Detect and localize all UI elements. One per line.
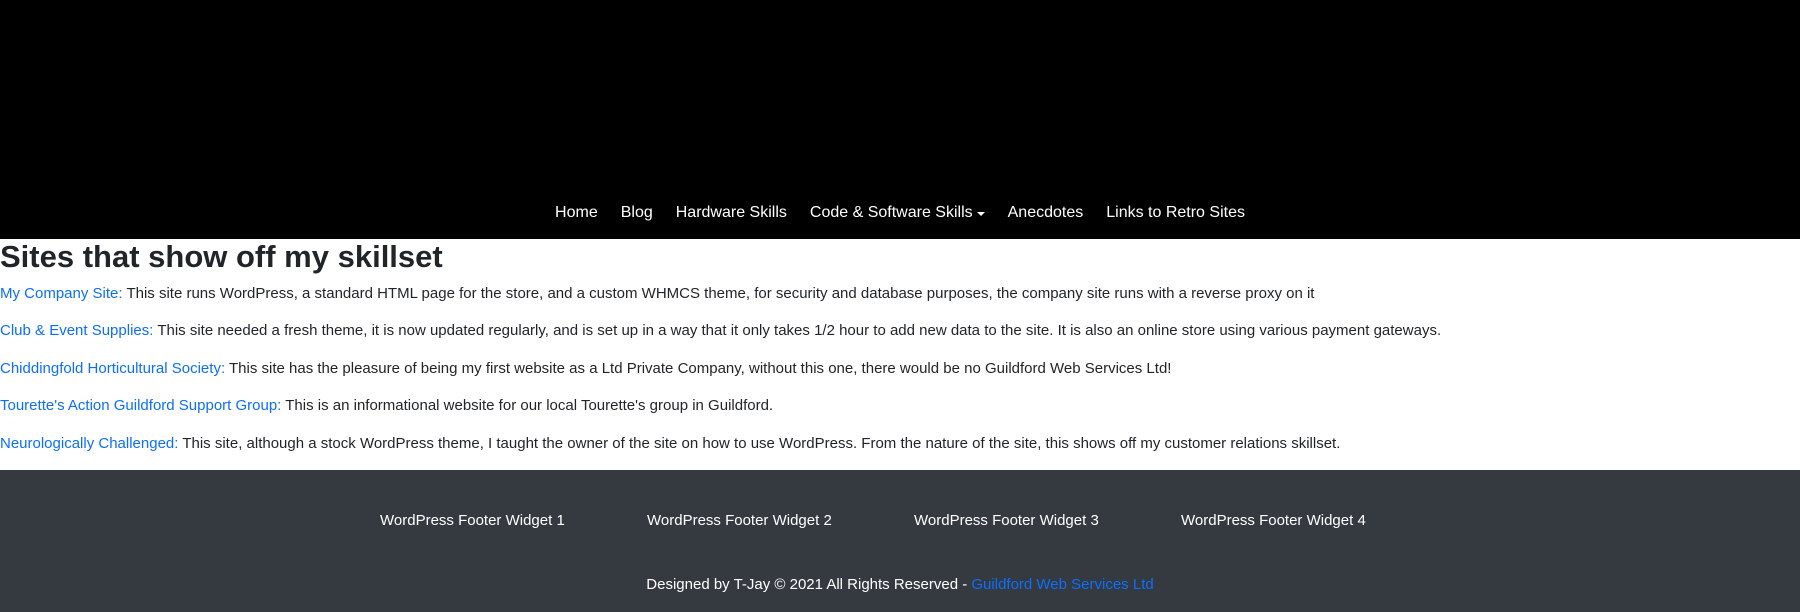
copyright-link[interactable]: Guildford Web Services Ltd: [971, 576, 1153, 593]
nav-item-code-software-skills[interactable]: Code & Software Skills: [798, 204, 996, 222]
nav-item-blog[interactable]: Blog: [609, 204, 664, 222]
list-item: My Company Site: This site runs WordPres…: [0, 284, 1314, 304]
page-title: Sites that show off my skillset: [0, 239, 443, 274]
list-item: Chiddingfold Horticultural Society: This…: [0, 359, 1171, 379]
list-item: Tourette's Action Guildford Support Grou…: [0, 396, 773, 416]
list-item: Club & Event Supplies: This site needed …: [0, 321, 1441, 341]
footer-widget-1: WordPress Footer Widget 1: [380, 512, 565, 529]
copyright-text: Designed by T-Jay © 2021 All Rights Rese…: [646, 576, 972, 593]
site-link-club-event[interactable]: Club & Event Supplies:: [0, 322, 153, 339]
caret-down-icon: [976, 211, 985, 216]
site-footer: WordPress Footer Widget 1 WordPress Foot…: [0, 470, 1800, 612]
nav-item-home[interactable]: Home: [544, 204, 610, 222]
site-link-company[interactable]: My Company Site:: [0, 285, 123, 302]
nav-item-label: Code & Software Skills: [809, 204, 973, 221]
site-header: Home Blog Hardware Skills Code & Softwar…: [0, 0, 1800, 239]
footer-widget-3: WordPress Footer Widget 3: [914, 512, 1099, 529]
nav-item-links-retro-sites[interactable]: Links to Retro Sites: [1095, 204, 1257, 222]
site-description: This site, although a stock WordPress th…: [178, 435, 1341, 452]
nav-item-hardware-skills[interactable]: Hardware Skills: [664, 204, 798, 222]
main-content: Sites that show off my skillset My Compa…: [0, 239, 1800, 470]
copyright: Designed by T-Jay © 2021 All Rights Rese…: [0, 575, 1800, 595]
site-description: This is an informational website for our…: [281, 397, 774, 414]
site-description: This site needed a fresh theme, it is no…: [153, 322, 1442, 339]
site-description: This site runs WordPress, a standard HTM…: [122, 285, 1315, 302]
list-item: Neurologically Challenged: This site, al…: [0, 434, 1340, 454]
site-link-tourettes[interactable]: Tourette's Action Guildford Support Grou…: [0, 397, 281, 414]
main-nav: Home Blog Hardware Skills Code & Softwar…: [0, 200, 1800, 226]
site-link-neurologically-challenged[interactable]: Neurologically Challenged:: [0, 435, 178, 452]
nav-item-anecdotes[interactable]: Anecdotes: [996, 204, 1095, 222]
site-description: This site has the pleasure of being my f…: [225, 360, 1172, 377]
site-link-chiddingfold[interactable]: Chiddingfold Horticultural Society:: [0, 360, 225, 377]
footer-widget-4: WordPress Footer Widget 4: [1181, 512, 1366, 529]
footer-widget-2: WordPress Footer Widget 2: [647, 512, 832, 529]
